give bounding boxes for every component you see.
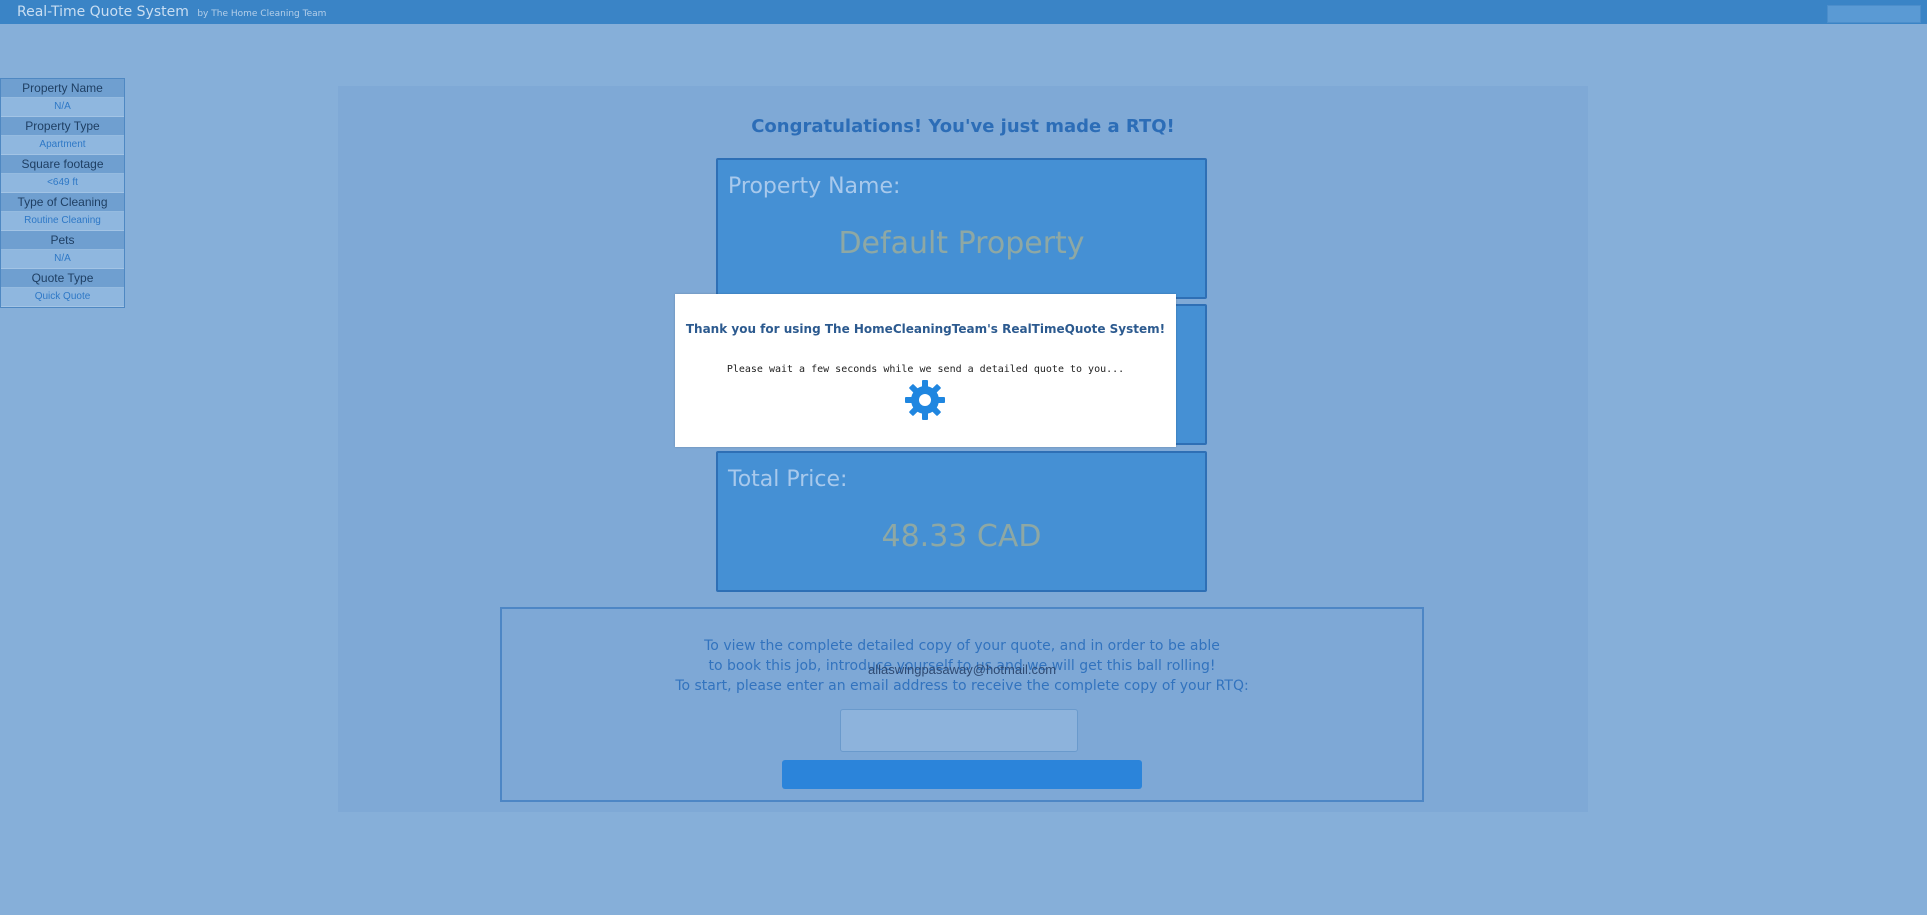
summary-value-pets: N/A bbox=[1, 250, 124, 269]
email-instructions-line-1: To view the complete detailed copy of yo… bbox=[704, 638, 1220, 654]
total-price-card: Total Price: 48.33 CAD bbox=[716, 451, 1207, 592]
modal-message: Please wait a few seconds while we send … bbox=[726, 364, 1125, 375]
quote-summary-sidebar: Property Name N/A Property Type Apartmen… bbox=[0, 78, 125, 308]
summary-value-property-type: Apartment bbox=[1, 136, 124, 155]
email-input[interactable] bbox=[840, 709, 1078, 752]
summary-label-property-name: Property Name bbox=[1, 79, 124, 98]
summary-label-square-footage: Square footage bbox=[1, 155, 124, 174]
total-price-card-value: 48.33 CAD bbox=[881, 519, 1042, 554]
top-right-button[interactable] bbox=[1827, 5, 1921, 23]
congratulations-heading: Congratulations! You've just made a RTQ! bbox=[751, 116, 1175, 137]
email-request-section: To view the complete detailed copy of yo… bbox=[500, 607, 1424, 802]
app-title-text: Real-Time Quote System bbox=[17, 4, 189, 20]
entered-email-text: allaswingpasaway@hotmail.com bbox=[867, 662, 1057, 677]
total-price-card-title: Total Price: bbox=[728, 467, 848, 492]
property-name-card-title: Property Name: bbox=[728, 174, 901, 199]
property-name-card-value: Default Property bbox=[838, 226, 1085, 261]
email-instructions-line-3: To start, please enter an email address … bbox=[675, 678, 1249, 694]
summary-value-property-name: N/A bbox=[1, 98, 124, 117]
summary-label-quote-type: Quote Type bbox=[1, 269, 124, 288]
app-subtitle: by The Home Cleaning Team bbox=[197, 9, 327, 19]
submit-email-button[interactable] bbox=[782, 760, 1142, 789]
top-bar: Real-Time Quote System by The Home Clean… bbox=[0, 0, 1927, 24]
summary-value-square-footage: <649 ft bbox=[1, 174, 124, 193]
summary-value-cleaning-type: Routine Cleaning bbox=[1, 212, 124, 231]
gear-icon bbox=[905, 380, 945, 420]
property-name-card: Property Name: Default Property bbox=[716, 158, 1207, 299]
summary-value-quote-type: Quick Quote bbox=[1, 288, 124, 307]
app-title: Real-Time Quote System by The Home Clean… bbox=[17, 4, 326, 20]
thank-you-modal: Thank you for using The HomeCleaningTeam… bbox=[675, 294, 1176, 447]
summary-label-cleaning-type: Type of Cleaning bbox=[1, 193, 124, 212]
summary-label-pets: Pets bbox=[1, 231, 124, 250]
modal-title: Thank you for using The HomeCleaningTeam… bbox=[685, 322, 1166, 336]
quote-result-panel: Congratulations! You've just made a RTQ!… bbox=[338, 86, 1588, 812]
summary-label-property-type: Property Type bbox=[1, 117, 124, 136]
